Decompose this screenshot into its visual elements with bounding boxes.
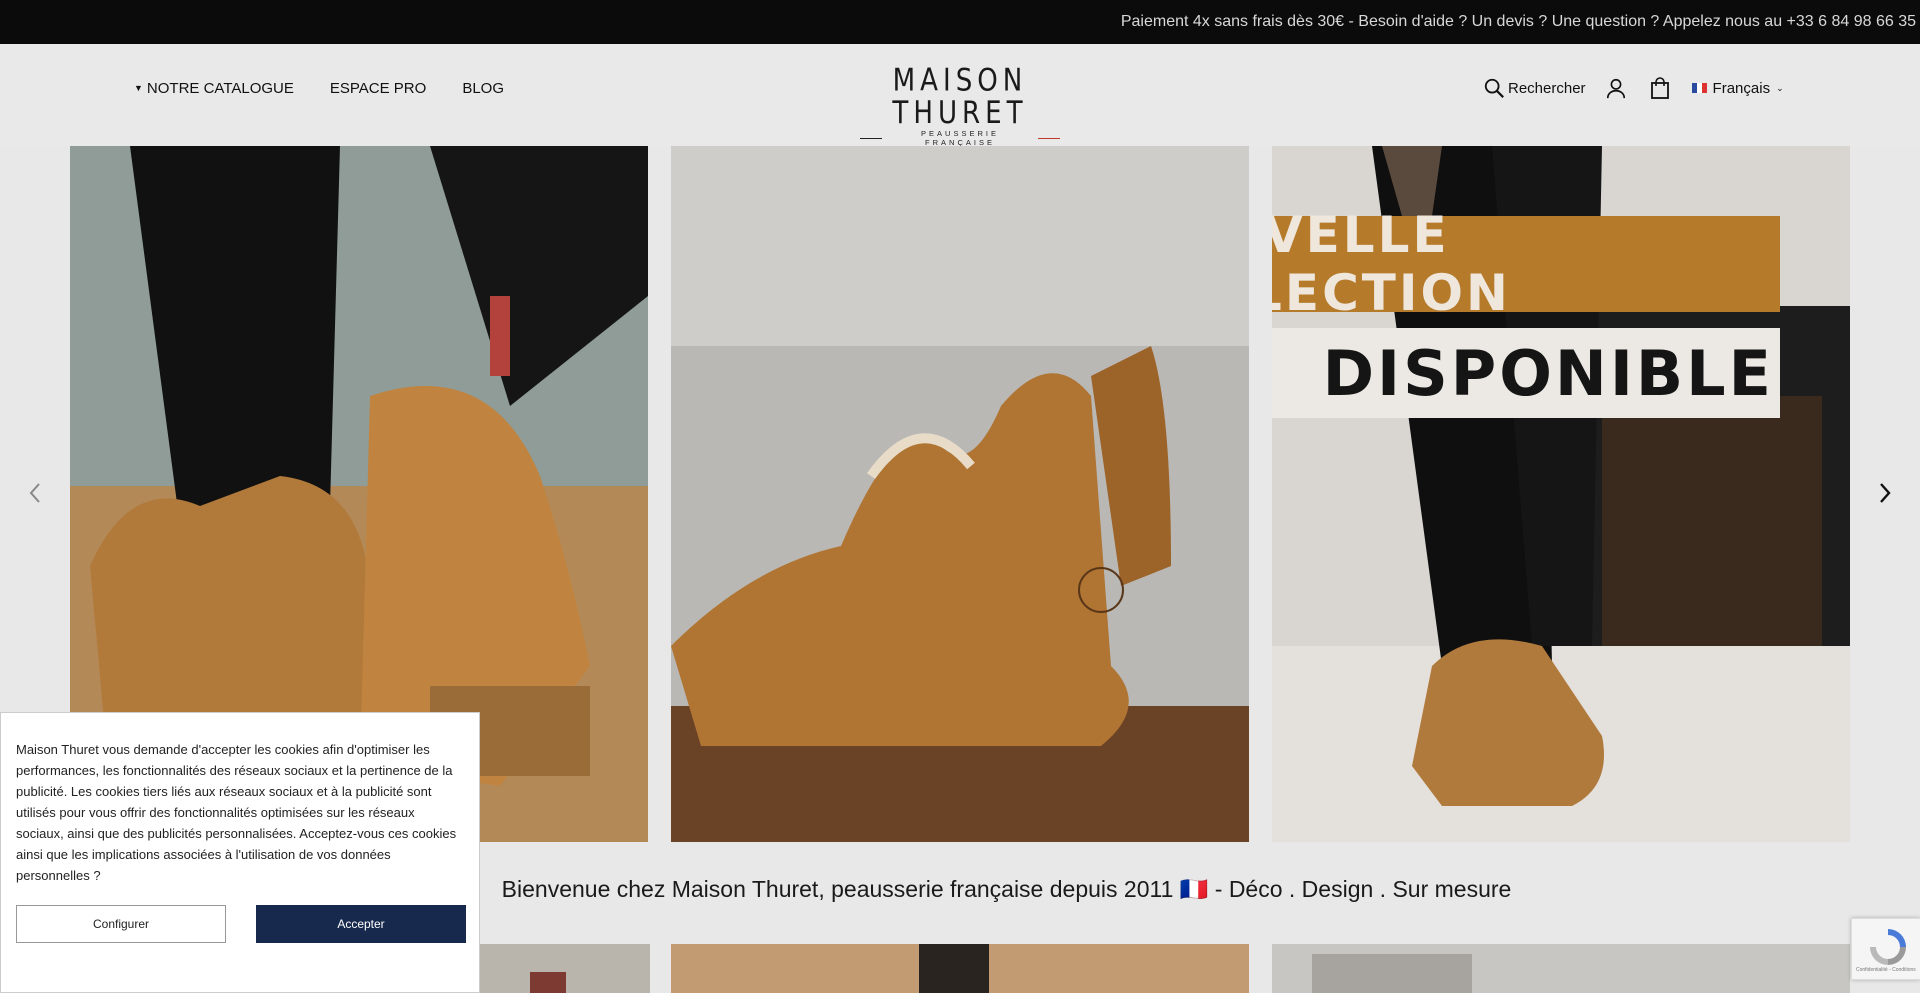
site-logo[interactable]: MAISON THURET PEAUSSERIE FRANÇAISE bbox=[860, 61, 1060, 147]
nav-catalogue-label: NOTRE CATALOGUE bbox=[146, 80, 294, 97]
logo-rule-right bbox=[1037, 137, 1060, 139]
promo-banner-line1: NOUVELLE COLLECTION bbox=[1272, 206, 1780, 322]
logo-sub-text: PEAUSSERIE FRANÇAISE bbox=[921, 129, 999, 147]
announcement-text: Paiement 4x sans frais dès 30€ - Besoin … bbox=[1120, 13, 1916, 30]
nav-blog[interactable]: BLOG bbox=[462, 80, 504, 97]
product-tile-3[interactable] bbox=[1272, 944, 1850, 993]
header-actions: Rechercher Français ⌄ bbox=[1482, 76, 1784, 100]
recaptcha-icon bbox=[1870, 929, 1906, 965]
slide-2-image bbox=[671, 146, 1249, 842]
chevron-right-icon[interactable] bbox=[1870, 478, 1900, 508]
recaptcha-badge[interactable]: Confidentialité - Conditions bbox=[1851, 918, 1920, 980]
logo-subtitle: PEAUSSERIE FRANÇAISE bbox=[860, 129, 1060, 147]
nav-espace-pro[interactable]: ESPACE PRO bbox=[330, 80, 426, 97]
welcome-text: Bienvenue chez Maison Thuret, peausserie… bbox=[501, 876, 1512, 902]
chevron-down-icon: ⌄ bbox=[1776, 82, 1784, 93]
carousel-slide-3[interactable]: NOUVELLE COLLECTION DISPONIBLE bbox=[1272, 146, 1850, 842]
product-tile-2[interactable] bbox=[671, 944, 1249, 993]
accept-cookies-button[interactable]: Accepter bbox=[256, 905, 466, 943]
main-nav: ▼ NOTRE CATALOGUE ESPACE PRO BLOG bbox=[134, 80, 504, 97]
cookie-actions: Configurer Accepter bbox=[16, 905, 466, 943]
product-tile-2-image bbox=[919, 944, 989, 993]
caret-down-icon: ▼ bbox=[134, 83, 143, 93]
site-header: ▼ NOTRE CATALOGUE ESPACE PRO BLOG MAISON … bbox=[0, 44, 1920, 147]
logo-rule-left bbox=[860, 137, 883, 139]
product-tile-1-image bbox=[530, 972, 566, 993]
product-tile-3-image bbox=[1312, 954, 1472, 993]
cookie-banner: Maison Thuret vous demande d'accepter le… bbox=[0, 712, 480, 993]
recaptcha-links[interactable]: Confidentialité - Conditions bbox=[1856, 967, 1916, 973]
search-icon bbox=[1482, 76, 1506, 100]
flag-fr-icon bbox=[1691, 83, 1707, 93]
chevron-left-icon[interactable] bbox=[20, 478, 50, 508]
nav-catalogue[interactable]: ▼ NOTRE CATALOGUE bbox=[134, 80, 294, 97]
search-label: Rechercher bbox=[1508, 79, 1586, 97]
announcement-bar: Paiement 4x sans frais dès 30€ - Besoin … bbox=[0, 0, 1920, 44]
promo-banner-line2: DISPONIBLE bbox=[1272, 328, 1780, 418]
configure-cookies-button[interactable]: Configurer bbox=[16, 905, 226, 943]
language-selector[interactable]: Français ⌄ bbox=[1691, 79, 1784, 97]
cookie-text: Maison Thuret vous demande d'accepter le… bbox=[16, 742, 457, 883]
product-tile-1[interactable] bbox=[480, 944, 650, 993]
carousel-slide-2[interactable] bbox=[671, 146, 1249, 842]
account-icon[interactable] bbox=[1604, 76, 1628, 100]
cart-icon[interactable] bbox=[1648, 76, 1672, 100]
search-button[interactable]: Rechercher bbox=[1482, 76, 1586, 100]
logo-main-text: MAISON THURET bbox=[892, 61, 1028, 131]
language-label: Français bbox=[1712, 79, 1771, 97]
